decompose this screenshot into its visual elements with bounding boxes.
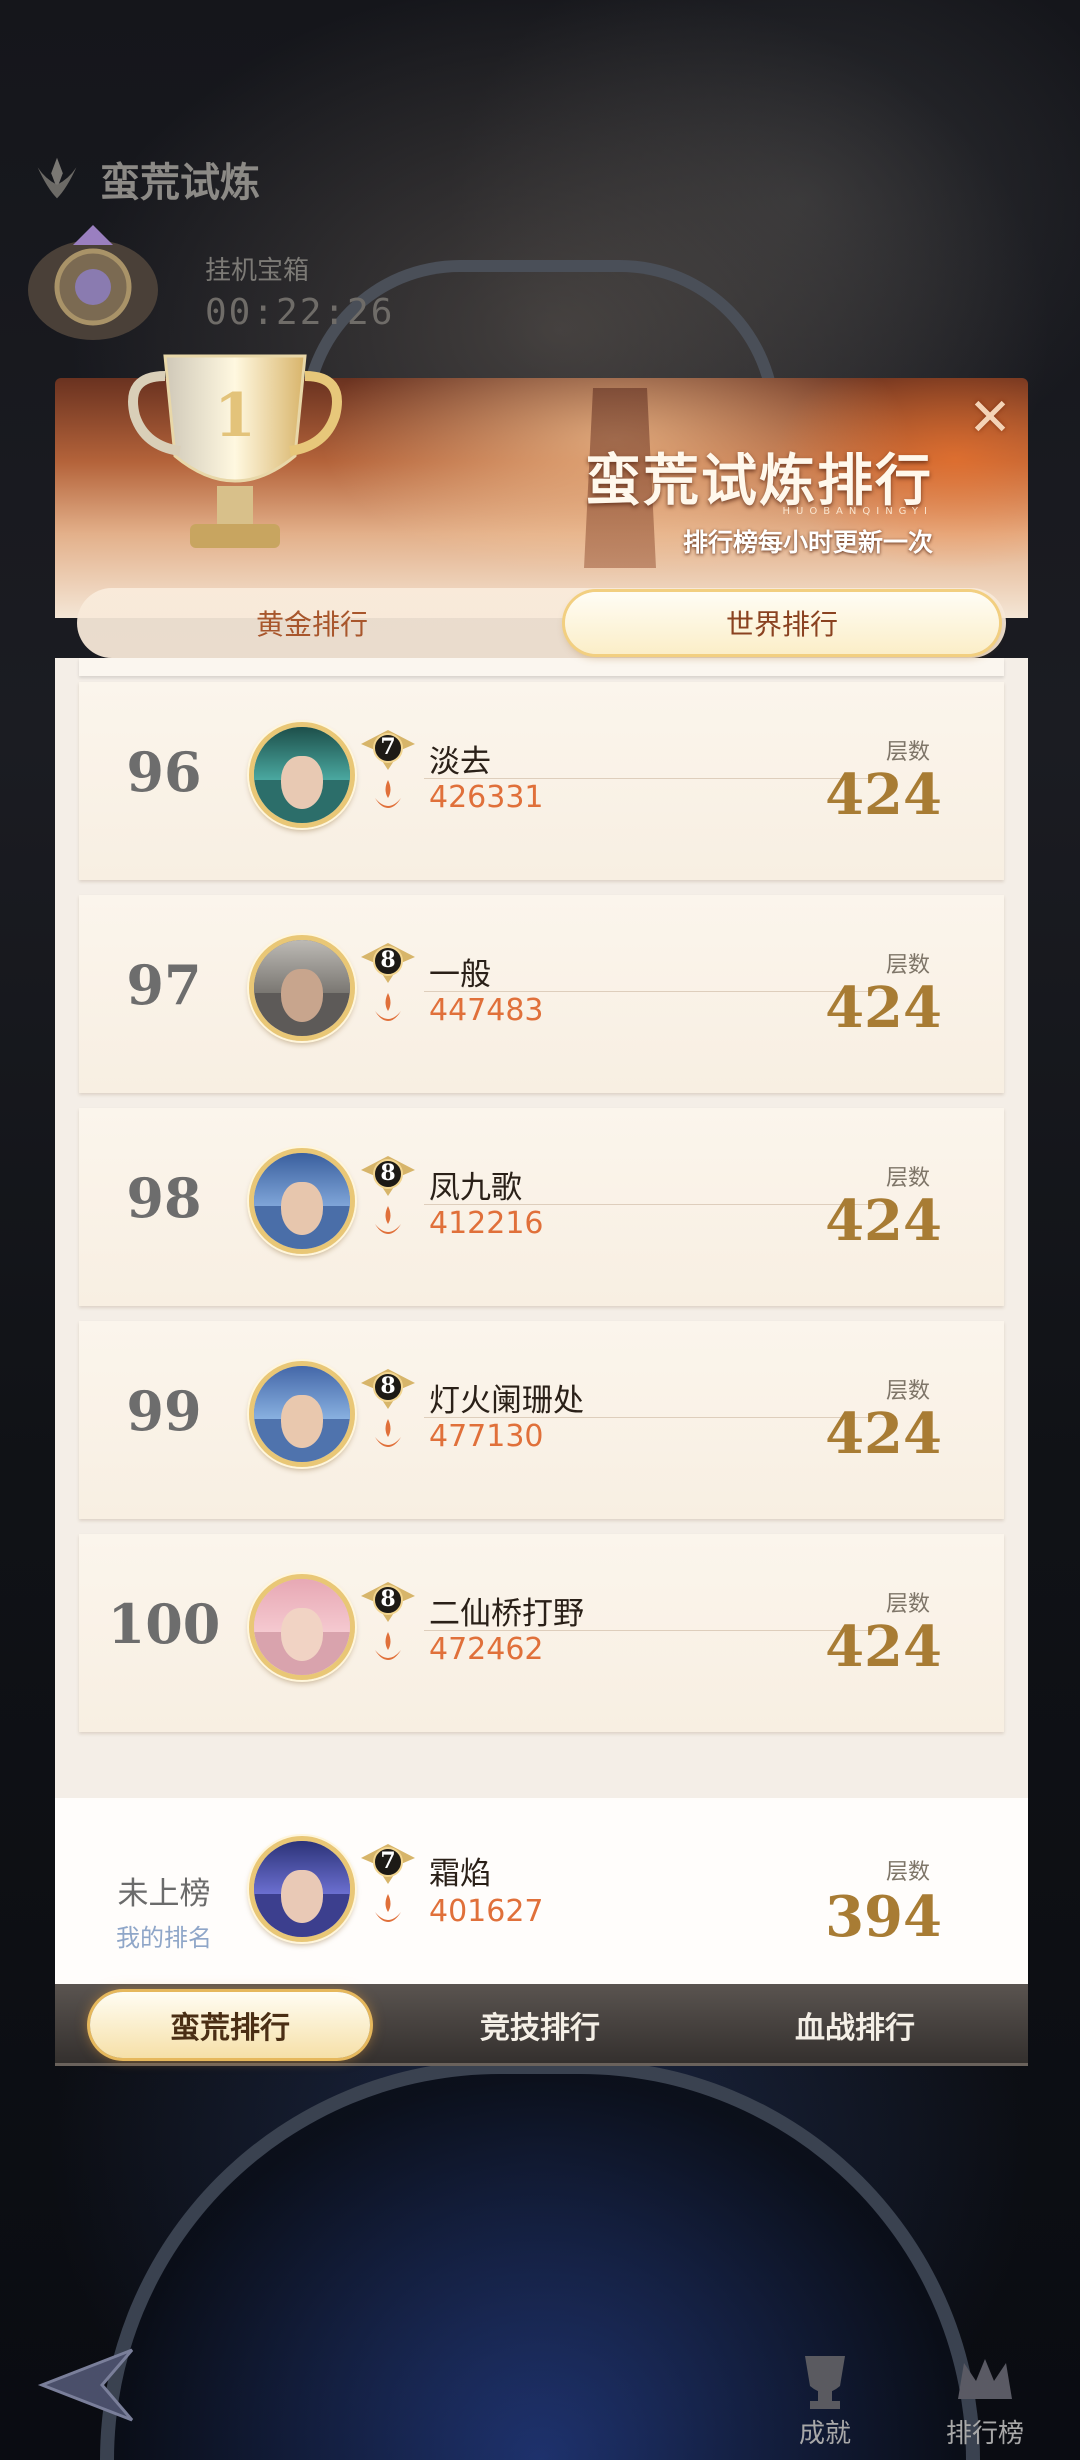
tab-bloodbattle-ranking[interactable]: 血战排行 — [705, 1992, 1005, 2058]
player-avatar[interactable] — [249, 1574, 355, 1680]
player-avatar[interactable] — [249, 1361, 355, 1467]
trophy-icon: 1 — [128, 354, 342, 548]
ranking-row[interactable]: 96 7 淡去 426331 层数 424 — [79, 682, 1004, 880]
leaderboard-button[interactable]: 排行榜 — [925, 2330, 1045, 2450]
my-floors-value: 394 — [825, 1884, 942, 1950]
player-name: 灯火阑珊处 — [429, 1383, 584, 1419]
tab-arena-ranking[interactable]: 竞技排行 — [390, 1992, 690, 2058]
rank-number: 98 — [126, 1166, 202, 1230]
player-id: 477130 — [429, 1419, 544, 1454]
player-name: 淡去 — [429, 744, 491, 780]
divider — [424, 1417, 894, 1418]
sect-icon — [375, 1894, 401, 1922]
my-rank-row[interactable]: 未上榜 我的排名 7 霜焰 401627 层数 394 — [79, 1798, 1004, 1984]
level-number: 7 — [380, 734, 396, 760]
chest-label: 挂机宝箱 — [205, 256, 310, 286]
tab-world-ranking[interactable]: 世界排行 — [565, 592, 999, 654]
ranking-category-tabs: 蛮荒排行 竞技排行 血战排行 — [55, 1984, 1028, 2066]
rank-number: 96 — [126, 740, 202, 804]
sect-icon — [375, 1419, 401, 1447]
rank-number: 100 — [107, 1592, 221, 1656]
sect-icon — [375, 1632, 401, 1660]
tab-wild-ranking[interactable]: 蛮荒排行 — [90, 1992, 370, 2058]
my-avatar[interactable] — [249, 1836, 355, 1942]
floors-label: 层数 — [885, 1860, 930, 1885]
back-arrow-icon[interactable] — [22, 2340, 142, 2430]
ranking-modal: 96 7 淡去 426331 层数 424 97 8 一般 447483 层数 … — [55, 354, 1028, 2066]
level-number: 8 — [380, 1586, 396, 1612]
idle-chest-icon[interactable] — [18, 215, 168, 345]
ranking-list[interactable]: 96 7 淡去 426331 层数 424 97 8 一般 447483 层数 … — [55, 658, 1028, 1888]
sect-icon — [375, 1206, 401, 1234]
my-rank-panel: 未上榜 我的排名 7 霜焰 401627 层数 394 — [55, 1798, 1028, 1984]
scope-tabs: 黄金排行 世界排行 — [77, 588, 1006, 658]
player-avatar[interactable] — [249, 1148, 355, 1254]
my-rank-status: 未上榜 — [117, 1876, 211, 1912]
player-avatar[interactable] — [249, 722, 355, 828]
divider — [424, 1204, 894, 1205]
trophy-small-icon — [805, 2356, 845, 2409]
ranking-row[interactable]: 100 8 二仙桥打野 472462 层数 424 — [79, 1534, 1004, 1732]
achievements-button[interactable]: 成就 — [765, 2330, 885, 2450]
player-name: 二仙桥打野 — [429, 1596, 584, 1632]
crown-icon — [958, 2359, 1012, 2399]
player-name: 一般 — [429, 957, 491, 993]
floors-value: 424 — [825, 1614, 942, 1680]
leaderboard-label: 排行榜 — [945, 2419, 1024, 2449]
close-icon: ✕ — [968, 388, 1012, 448]
modal-title: 蛮荒试炼排行 — [585, 448, 933, 514]
close-button[interactable]: ✕ — [962, 388, 1018, 448]
ranking-row[interactable]: 98 8 凤九歌 412216 层数 424 — [79, 1108, 1004, 1306]
player-id: 426331 — [429, 780, 544, 815]
sect-icon — [375, 780, 401, 808]
level-number: 7 — [380, 1848, 396, 1874]
achievements-label: 成就 — [798, 2419, 851, 2449]
svg-text:1: 1 — [214, 381, 256, 451]
player-avatar[interactable] — [249, 935, 355, 1041]
modal-title-pinyin: HUOBANQINGYI — [782, 506, 933, 517]
my-rank-label: 我的排名 — [116, 1924, 212, 1952]
floors-value: 424 — [825, 762, 942, 828]
chest-timer: 00:22:26 — [205, 292, 395, 333]
divider — [424, 1630, 894, 1631]
level-number: 8 — [380, 1160, 396, 1186]
floors-value: 424 — [825, 975, 942, 1041]
level-number: 8 — [380, 947, 396, 973]
my-player-name: 霜焰 — [429, 1856, 491, 1892]
divider — [424, 778, 894, 779]
my-player-id: 401627 — [429, 1894, 544, 1929]
ranking-row[interactable]: 97 8 一般 447483 层数 424 — [79, 895, 1004, 1093]
mode-title: 蛮荒试炼 — [28, 150, 260, 208]
floors-value: 424 — [825, 1188, 942, 1254]
rank-number: 99 — [126, 1379, 202, 1443]
player-id: 447483 — [429, 993, 544, 1028]
list-top-edge — [79, 658, 1004, 676]
divider — [424, 991, 894, 992]
modal-subtitle: 排行榜每小时更新一次 — [682, 528, 933, 557]
level-number: 8 — [380, 1373, 396, 1399]
ranking-row[interactable]: 99 8 灯火阑珊处 477130 层数 424 — [79, 1321, 1004, 1519]
trial-emblem-icon — [37, 157, 77, 199]
floors-value: 424 — [825, 1401, 942, 1467]
player-id: 412216 — [429, 1206, 544, 1241]
mode-title-text: 蛮荒试炼 — [100, 159, 260, 206]
rank-number: 97 — [126, 953, 202, 1017]
player-id: 472462 — [429, 1632, 544, 1667]
sect-icon — [375, 993, 401, 1021]
tab-gold-ranking[interactable]: 黄金排行 — [97, 592, 527, 654]
player-name: 凤九歌 — [429, 1170, 522, 1206]
